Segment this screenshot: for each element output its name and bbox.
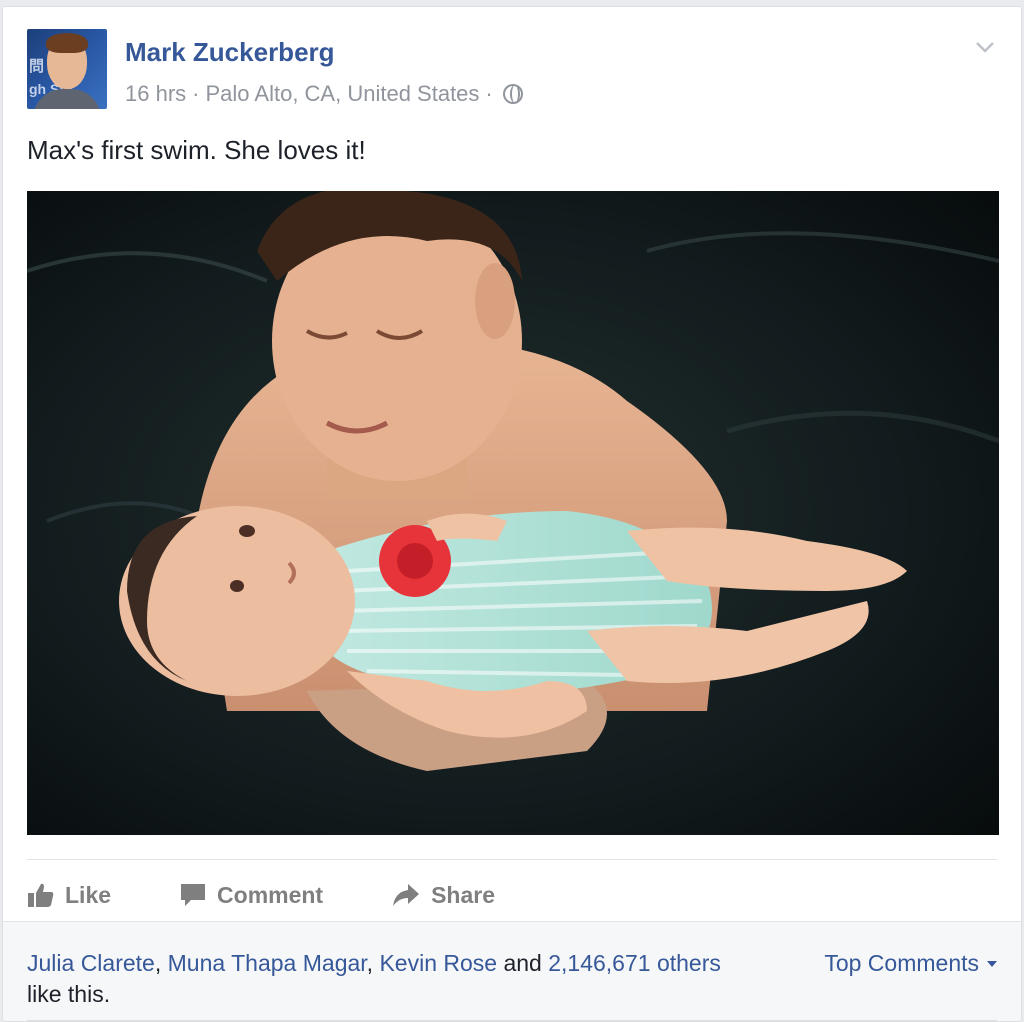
liker-name-link[interactable]: Kevin Rose [379,950,497,976]
avatar[interactable]: 問 委 gh Stu [27,29,107,109]
avatar-hair [46,33,88,53]
post-location[interactable]: Palo Alto, CA, United States [205,81,479,107]
photo-illustration [27,191,999,835]
like-label: Like [65,881,112,908]
action-bar: Like Comment Share [27,869,563,921]
comment-button[interactable]: Comment [179,882,323,909]
top-comments-label: Top Comments [824,950,979,976]
like-button[interactable]: Like [27,882,111,909]
footer-divider [27,1020,997,1021]
post-meta: 16 hrs · Palo Alto, CA, United States · [125,81,523,107]
top-comments-dropdown[interactable]: Top Comments [824,950,997,977]
meta-separator: · [485,81,493,106]
globe-icon[interactable] [502,84,523,104]
post-time[interactable]: 16 hrs [125,81,186,107]
share-icon [393,884,420,906]
likes-tail-text: like this. [27,981,111,1007]
liker-name-link[interactable]: Julia Clarete [27,950,155,976]
comment-icon [181,884,206,906]
author-name[interactable]: Mark Zuckerberg [125,37,335,68]
caret-down-icon [987,960,997,967]
comma: , [366,950,374,976]
likes-summary: Julia Clarete, Muna Thapa Magar, Kevin R… [27,948,787,1010]
post-photo[interactable] [27,191,999,835]
post-header: 問 委 gh Stu Mark Zuckerberg 16 hrs · Palo… [27,29,997,111]
post-footer: Julia Clarete, Muna Thapa Magar, Kevin R… [3,921,1021,1021]
likes-and-text: and [503,950,542,976]
post-message: Max's first swim. She loves it! [27,135,366,165]
share-button[interactable]: Share [391,882,495,909]
liker-name-link[interactable]: Muna Thapa Magar [168,950,367,976]
thumbs-up-icon [28,883,54,907]
meta-separator: · [192,81,200,106]
comma: , [154,950,162,976]
comment-label: Comment [217,881,324,908]
chevron-down-icon[interactable] [975,37,995,57]
share-label: Share [431,881,496,908]
actions-divider [27,859,997,860]
post-card: 問 委 gh Stu Mark Zuckerberg 16 hrs · Palo… [2,6,1022,1022]
likes-others-link[interactable]: 2,146,671 others [548,950,721,976]
